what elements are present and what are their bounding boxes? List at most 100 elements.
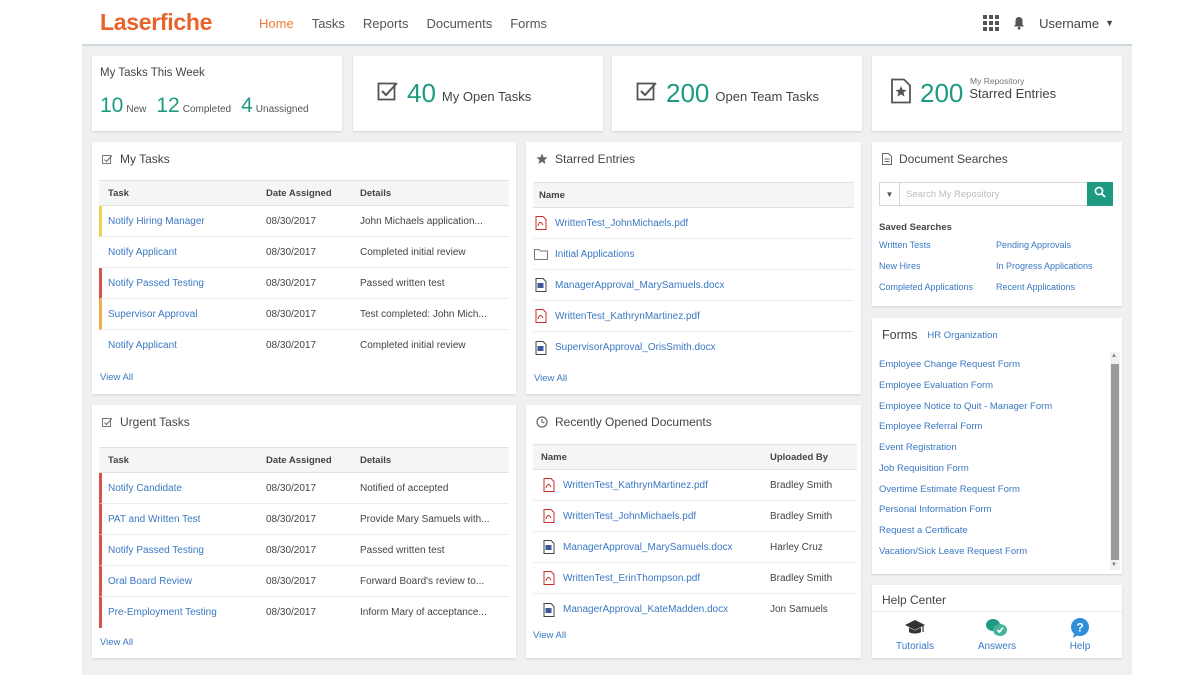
search-input[interactable] [900,183,1087,205]
col-task[interactable]: Task [99,188,266,199]
folder-link[interactable]: Initial Applications [555,249,635,260]
col-name[interactable]: Name [533,190,565,201]
saved-search-link[interactable]: In Progress Applications [996,261,1093,271]
table-row[interactable]: Notify Hiring Manager 08/30/2017 John Mi… [99,206,509,237]
task-link[interactable]: Notify Candidate [102,483,266,494]
form-link[interactable]: Employee Change Request Form [879,359,1020,370]
table-row[interactable]: Oral Board Review 08/30/2017 Forward Boa… [99,566,509,597]
search-icon [1094,185,1106,203]
saved-search-link[interactable]: Completed Applications [879,282,973,292]
col-details[interactable]: Details [360,188,391,199]
forms-organization-link[interactable]: HR Organization [927,330,997,341]
help-button[interactable]: ? Help [1050,617,1110,652]
my-tasks-view-all-link[interactable]: View All [100,372,133,383]
file-row[interactable]: SupervisorApproval_OrisSmith.docx [533,332,854,363]
file-link[interactable]: WrittenTest_KathrynMartinez.pdf [563,480,770,491]
scrollbar-thumb[interactable] [1111,364,1119,560]
answers-button[interactable]: Answers [967,617,1027,652]
search-button[interactable] [1087,182,1113,206]
forms-scrollbar[interactable]: ▲ ▼ [1110,352,1120,570]
task-link[interactable]: Pre-Employment Testing [102,607,266,618]
file-link[interactable]: ManagerApproval_KateMadden.docx [563,604,770,615]
nav-tasks[interactable]: Tasks [312,16,345,31]
form-link[interactable]: Employee Evaluation Form [879,380,993,391]
saved-search-link[interactable]: Written Tests [879,240,931,250]
caret-down-icon[interactable]: ▼ [1105,18,1114,28]
file-row[interactable]: WrittenTest_ErinThompson.pdf Bradley Smi… [533,563,857,594]
task-link[interactable]: Oral Board Review [102,576,266,587]
form-link[interactable]: Personal Information Form [879,504,991,515]
col-name[interactable]: Name [533,452,770,463]
file-row[interactable]: Initial Applications [533,239,854,270]
form-link[interactable]: Employee Notice to Quit - Manager Form [879,401,1052,412]
table-row[interactable]: Notify Passed Testing 08/30/2017 Passed … [99,535,509,566]
file-link[interactable]: ManagerApproval_MarySamuels.docx [563,542,770,553]
nav-home[interactable]: Home [259,16,294,31]
starred-entries-card[interactable]: 200 Starred Entries My Repository [872,56,1122,131]
table-row[interactable]: Supervisor Approval 08/30/2017 Test comp… [99,299,509,330]
nav-documents[interactable]: Documents [426,16,492,31]
task-link[interactable]: Notify Passed Testing [102,278,266,289]
col-details[interactable]: Details [360,455,391,466]
unassigned-count[interactable]: 4 [241,94,253,118]
search-scope-dropdown[interactable]: ▼ [880,183,900,205]
table-row[interactable]: Notify Passed Testing 08/30/2017 Passed … [99,268,509,299]
bell-icon[interactable] [1013,15,1027,31]
file-row[interactable]: WrittenTest_JohnMichaels.pdf Bradley Smi… [533,501,857,532]
open-tasks-card[interactable]: 40 My Open Tasks [353,56,603,131]
username[interactable]: Username [1039,16,1099,31]
task-link[interactable]: Notify Applicant [102,247,266,258]
recent-view-all-link[interactable]: View All [533,630,566,641]
task-link[interactable]: Notify Hiring Manager [102,216,266,227]
form-link[interactable]: Employee Referral Form [879,421,982,432]
team-tasks-count: 200 [666,78,710,108]
file-row[interactable]: WrittenTest_KathrynMartinez.pdf [533,301,854,332]
table-row[interactable]: Notify Candidate 08/30/2017 Notified of … [99,473,509,504]
table-row[interactable]: Pre-Employment Testing 08/30/2017 Inform… [99,597,509,628]
file-row[interactable]: ManagerApproval_MarySamuels.docx [533,270,854,301]
file-link[interactable]: ManagerApproval_MarySamuels.docx [555,280,725,291]
file-link[interactable]: WrittenTest_ErinThompson.pdf [563,573,770,584]
form-link[interactable]: Overtime Estimate Request Form [879,484,1020,495]
file-link[interactable]: WrittenTest_KathrynMartinez.pdf [555,311,700,322]
file-row[interactable]: WrittenTest_KathrynMartinez.pdf Bradley … [533,470,857,501]
col-date-assigned[interactable]: Date Assigned [266,188,360,199]
task-link[interactable]: Notify Applicant [102,340,266,351]
form-link[interactable]: Request a Certificate [879,525,968,536]
file-row[interactable]: ManagerApproval_MarySamuels.docx Harley … [533,532,857,563]
col-date-assigned[interactable]: Date Assigned [266,455,360,466]
table-row[interactable]: Notify Applicant 08/30/2017 Completed in… [99,237,509,268]
col-uploaded-by[interactable]: Uploaded By [770,452,828,463]
file-row[interactable]: ManagerApproval_KateMadden.docx Jon Samu… [533,594,857,625]
scroll-up-icon[interactable]: ▲ [1111,353,1117,359]
team-tasks-card[interactable]: 200 Open Team Tasks [612,56,862,131]
logo[interactable]: Laserfiche [100,9,212,36]
saved-search-link[interactable]: Pending Approvals [996,240,1071,250]
form-link[interactable]: Vacation/Sick Leave Request Form [879,546,1027,557]
form-link[interactable]: Job Requisition Form [879,463,969,474]
starred-view-all-link[interactable]: View All [534,373,567,384]
file-link[interactable]: SupervisorApproval_OrisSmith.docx [555,342,716,353]
task-link[interactable]: PAT and Written Test [102,514,266,525]
tutorials-button[interactable]: Tutorials [885,617,945,652]
file-link[interactable]: WrittenTest_JohnMichaels.pdf [563,511,770,522]
task-link[interactable]: Notify Passed Testing [102,545,266,556]
file-link[interactable]: WrittenTest_JohnMichaels.pdf [555,218,688,229]
apps-grid-icon[interactable] [983,15,1000,31]
new-count[interactable]: 10 [100,94,123,118]
file-row[interactable]: WrittenTest_JohnMichaels.pdf [533,208,854,239]
col-task[interactable]: Task [99,455,266,466]
saved-search-link[interactable]: New Hires [879,261,921,271]
form-link[interactable]: Event Registration [879,442,957,453]
nav-forms[interactable]: Forms [510,16,547,31]
recent-documents-title: Recently Opened Documents [536,415,712,429]
task-link[interactable]: Supervisor Approval [102,309,266,320]
completed-count[interactable]: 12 [156,94,179,118]
nav-reports[interactable]: Reports [363,16,409,31]
scroll-down-icon[interactable]: ▼ [1111,562,1117,568]
urgent-tasks-view-all-link[interactable]: View All [100,637,133,648]
table-row[interactable]: Notify Applicant 08/30/2017 Completed in… [99,330,509,361]
recent-table: Name Uploaded By WrittenTest_KathrynMart… [533,444,857,625]
table-row[interactable]: PAT and Written Test 08/30/2017 Provide … [99,504,509,535]
saved-search-link[interactable]: Recent Applications [996,282,1075,292]
